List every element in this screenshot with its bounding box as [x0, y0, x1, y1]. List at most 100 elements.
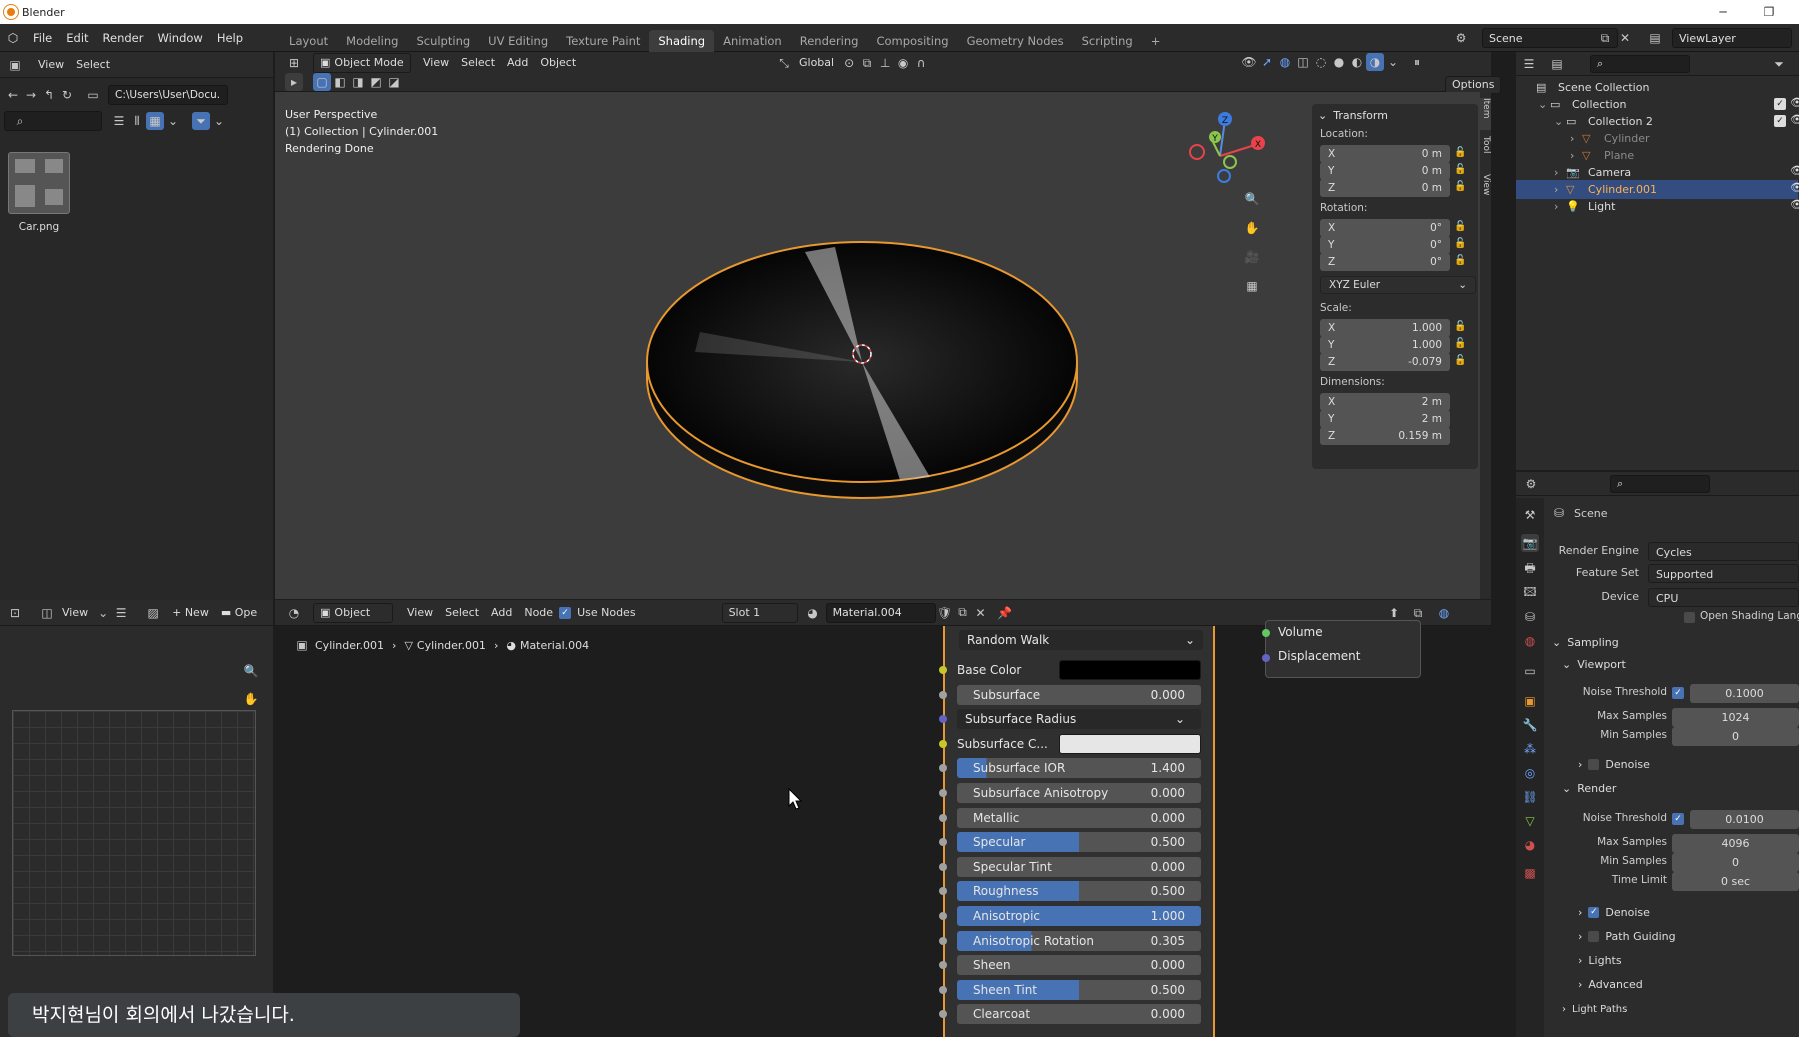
osl-checkbox[interactable] — [1684, 612, 1695, 623]
pan-hand-icon[interactable]: ✋ — [1243, 219, 1261, 237]
filter-icon[interactable]: ⏷ — [1770, 55, 1788, 73]
location-y-field[interactable]: Y 0 m — [1320, 162, 1450, 180]
tab-geometry-nodes[interactable]: Geometry Nodes — [958, 30, 1073, 52]
r-max-samples-field[interactable]: 4096 — [1672, 834, 1799, 853]
eye-icon[interactable]: 👁 — [1790, 164, 1799, 177]
view-menu[interactable]: View — [56, 603, 94, 623]
lock-icon[interactable]: 🔓 — [1454, 164, 1466, 176]
menu-edit[interactable]: Edit — [59, 31, 95, 45]
blender-menu-icon[interactable]: ⬡ — [4, 29, 22, 47]
forward-icon[interactable]: → — [22, 86, 40, 104]
time-limit-field[interactable]: 0 sec — [1672, 872, 1799, 891]
transform-orientation-dropdown[interactable]: Global — [793, 53, 840, 73]
displacement-socket[interactable] — [1262, 654, 1270, 662]
bsdf-anisotropic-field[interactable]: Anisotropic 1.000 — [957, 906, 1201, 926]
input-socket[interactable] — [939, 985, 947, 994]
solid-shading-icon[interactable]: ● — [1330, 53, 1348, 71]
editor-type-icon[interactable]: ⊡ — [6, 604, 24, 622]
filter-dropdown-icon[interactable]: ⌄ — [210, 112, 228, 130]
expand-icon[interactable]: ⌄ — [1538, 98, 1550, 111]
bsdf-subsurface-anisotropy-field[interactable]: Subsurface Anisotropy 0.000 — [957, 783, 1201, 803]
image-browse-icon[interactable]: ▨ — [144, 604, 162, 622]
select-intersect-icon[interactable]: ◪ — [385, 73, 403, 91]
pin-icon[interactable]: 📌 — [996, 604, 1014, 622]
input-socket[interactable] — [939, 690, 947, 699]
data-tab-icon[interactable]: ▽ — [1521, 812, 1539, 830]
rendered-shading-icon[interactable]: ◑ — [1366, 53, 1384, 71]
view-layer-tab-icon[interactable]: 🖾 — [1521, 584, 1539, 602]
object-tab-icon[interactable]: ▣ — [1521, 692, 1539, 710]
proportional-edit-icon[interactable]: ◉ — [894, 54, 912, 72]
particles-tab-icon[interactable]: ⁂ — [1521, 740, 1539, 758]
render-subsection[interactable]: ⌄ Render — [1562, 782, 1616, 795]
editor-type-icon[interactable]: ⊞ — [285, 54, 303, 72]
horizontal-list-icon[interactable]: ⫴ — [128, 112, 146, 130]
unlink-material-icon[interactable]: ✕ — [972, 604, 990, 622]
material-browse-icon[interactable]: ◕ — [804, 604, 822, 622]
volume-socket[interactable] — [1262, 629, 1270, 637]
shading-dropdown-icon[interactable]: ⌄ — [1384, 53, 1402, 71]
bsdf-specular-tint-field[interactable]: Specular Tint 0.000 — [957, 856, 1201, 877]
viewlayer-browse-icon[interactable]: ▤ — [1646, 29, 1664, 47]
node-editor-panel[interactable]: ◔ ▣ Object View Select Add Node ✓ Use No… — [275, 600, 1491, 1037]
dimensions-y-field[interactable]: Y 2 m — [1320, 410, 1450, 428]
editor-type-icon[interactable]: ☰ — [1520, 55, 1538, 73]
denoise-render-section[interactable]: › ✓ Denoise — [1578, 906, 1650, 919]
breadcrumb-mesh[interactable]: Cylinder.001 — [417, 639, 486, 652]
eye-icon[interactable]: 👁 — [1790, 113, 1799, 126]
view-menu[interactable]: View — [417, 53, 455, 73]
bsdf-roughness-field[interactable]: Roughness 0.500 — [957, 881, 1201, 902]
zoom-icon[interactable]: 🔍 — [1243, 190, 1261, 208]
expand-icon[interactable]: ⌄ — [1554, 115, 1566, 128]
lights-section[interactable]: › Lights — [1578, 954, 1622, 967]
tab-texture-paint[interactable]: Texture Paint — [557, 30, 649, 52]
r-min-samples-field[interactable]: 0 — [1672, 853, 1799, 872]
n-tab-item[interactable]: Item — [1480, 98, 1491, 130]
tab-animation[interactable]: Animation — [714, 30, 791, 52]
bsdf-subsurface-field[interactable]: Subsurface 0.000 — [957, 684, 1201, 705]
perspective-grid-icon[interactable]: ▦ — [1243, 277, 1261, 295]
noise-threshold-field[interactable]: 0.0100 — [1690, 810, 1799, 829]
expand-icon[interactable]: › — [1554, 200, 1566, 213]
path-guiding-checkbox[interactable] — [1588, 931, 1600, 942]
lock-icon[interactable]: 🔓 — [1454, 181, 1466, 193]
material-shading-icon[interactable]: ◐ — [1348, 53, 1366, 71]
bsdf-clearcoat-field[interactable]: Clearcoat 0.000 — [957, 1004, 1201, 1025]
slot-dropdown[interactable]: Slot 1 — [721, 602, 798, 623]
select-subtract-icon[interactable]: ◨ — [349, 73, 367, 91]
color-swatch[interactable] — [1059, 733, 1201, 754]
expand-icon[interactable]: › — [1554, 166, 1566, 179]
n-tab-view[interactable]: View — [1480, 174, 1491, 206]
vertical-list-icon[interactable]: ☰ — [110, 112, 128, 130]
filter-search-input[interactable]: ⌕ — [4, 111, 102, 131]
bsdf-base-color-field[interactable]: Base Color — [957, 660, 1201, 680]
eye-icon[interactable]: 👁 — [1790, 96, 1799, 109]
output-tab-icon[interactable]: 🖶 — [1521, 560, 1539, 578]
tab-compositing[interactable]: Compositing — [867, 30, 957, 52]
noise-threshold-field[interactable]: 0.1000 — [1690, 684, 1799, 703]
material-name-field[interactable]: Material.004 — [825, 602, 936, 623]
texture-tab-icon[interactable]: ▩ — [1521, 864, 1539, 882]
image-mode-icon[interactable]: ◫ — [38, 604, 56, 622]
select-menu[interactable]: Select — [70, 55, 116, 75]
dimensions-z-field[interactable]: Z 0.159 m — [1320, 427, 1450, 445]
input-socket[interactable] — [939, 813, 947, 822]
location-x-field[interactable]: X 0 m — [1320, 145, 1450, 163]
render-engine-dropdown[interactable]: Cycles — [1648, 542, 1799, 561]
lock-icon[interactable]: 🔓 — [1454, 238, 1466, 250]
path-guiding-section[interactable]: › Path Guiding — [1578, 930, 1676, 943]
bsdf-metallic-field[interactable]: Metallic 0.000 — [957, 807, 1201, 828]
snap-icon[interactable]: ⧉ — [858, 54, 876, 72]
bsdf-subsurface-c-field[interactable]: Subsurface C... — [957, 733, 1201, 754]
back-icon[interactable]: ← — [4, 86, 22, 104]
eye-icon[interactable]: 👁 — [1790, 198, 1799, 211]
device-dropdown[interactable]: CPU — [1648, 588, 1799, 607]
pivot-point-icon[interactable]: ⊙ — [840, 54, 858, 72]
filter-icon[interactable]: ⏷ — [192, 112, 210, 130]
visibility-icon[interactable]: 👁 — [1240, 53, 1258, 71]
tab-layout[interactable]: Layout — [280, 30, 337, 52]
lock-icon[interactable]: 🔓 — [1454, 221, 1466, 233]
select-invert-icon[interactable]: ◩ — [367, 73, 385, 91]
input-socket[interactable] — [939, 936, 947, 945]
view-dropdown-icon[interactable]: ⌄ — [94, 604, 112, 622]
